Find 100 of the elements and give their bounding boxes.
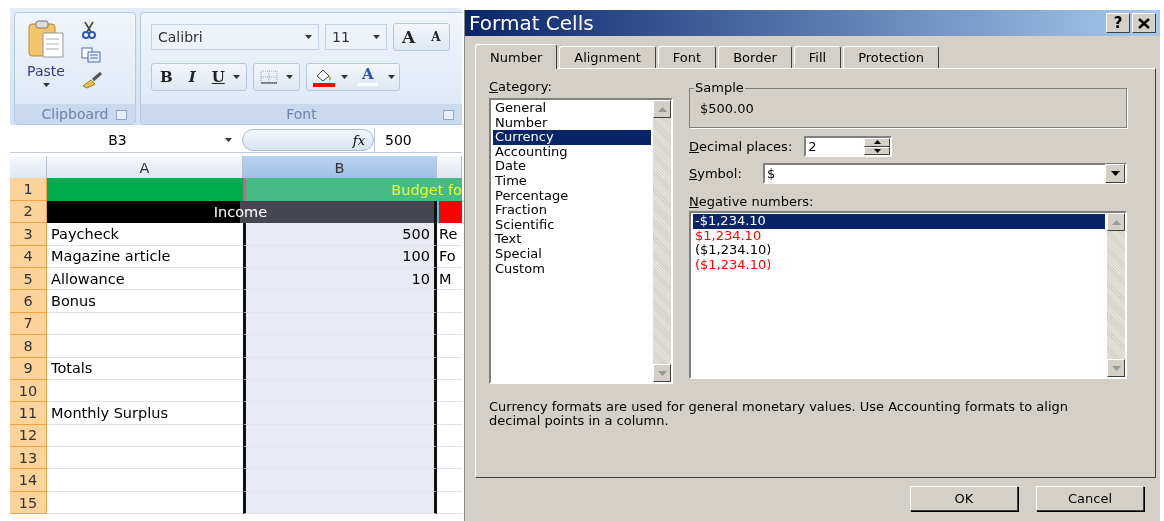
list-item[interactable]: ($1,234.10): [693, 257, 1105, 273]
list-item[interactable]: Special: [493, 246, 651, 262]
row-header[interactable]: 12: [10, 424, 47, 448]
font-size-field[interactable]: 11: [325, 24, 387, 50]
list-item[interactable]: Custom: [493, 261, 651, 277]
column-header[interactable]: A: [47, 156, 243, 179]
group-label: Font: [286, 106, 317, 122]
row-header[interactable]: 2: [10, 200, 47, 224]
row-header[interactable]: 14: [10, 469, 47, 492]
tab[interactable]: Border: [718, 46, 792, 68]
arrow-down-icon: [1111, 365, 1121, 371]
caret-icon: [285, 75, 293, 79]
table-cell: Budget fo: [243, 178, 462, 201]
spin-down-button[interactable]: [864, 146, 891, 155]
tab[interactable]: Fill: [793, 46, 842, 68]
underline-button[interactable]: U: [203, 65, 233, 89]
table-cell: Totals: [47, 357, 243, 380]
row-header[interactable]: 6: [10, 290, 47, 313]
row-header[interactable]: 1: [10, 178, 47, 201]
close-icon: [1138, 17, 1150, 29]
dropdown-button[interactable]: [1105, 164, 1125, 183]
decimal-places-label: Decimal places:: [689, 139, 793, 154]
list-item[interactable]: ($1,234.10): [693, 243, 1105, 258]
cancel-button[interactable]: Cancel: [1036, 486, 1144, 511]
caret-icon: [42, 83, 50, 87]
help-button[interactable]: ?: [1106, 13, 1130, 33]
row-header[interactable]: 15: [10, 491, 47, 515]
paste-button[interactable]: Paste: [27, 63, 65, 79]
name-box[interactable]: B3: [10, 132, 242, 148]
row-header[interactable]: 8: [10, 335, 47, 358]
list-item[interactable]: Text: [493, 232, 651, 247]
borders-icon[interactable]: [259, 70, 278, 84]
close-button[interactable]: [1132, 13, 1156, 33]
row-header[interactable]: 9: [10, 357, 47, 380]
list-item[interactable]: -$1,234.10: [693, 214, 1105, 229]
table-cell: Income: [47, 200, 437, 224]
row-header[interactable]: 4: [10, 245, 47, 268]
table-cell: Fo: [437, 245, 462, 268]
caret-icon: [373, 35, 380, 39]
tab[interactable]: Number: [475, 44, 558, 69]
scroll-down-button[interactable]: [653, 364, 671, 382]
row-header[interactable]: 5: [10, 267, 47, 291]
arrow-up-icon: [1111, 219, 1121, 225]
group-label: Clipboard: [41, 106, 109, 122]
copy-icon[interactable]: [81, 47, 101, 63]
list-item[interactable]: Currency: [493, 130, 651, 145]
row-header[interactable]: 7: [10, 312, 47, 336]
table-cell: 10: [243, 267, 437, 291]
arrow-down-icon: [657, 370, 667, 376]
arrow-up-icon: [873, 140, 881, 145]
scissors-icon[interactable]: [81, 21, 97, 39]
caret-icon: [387, 75, 395, 79]
row-header[interactable]: 3: [10, 223, 47, 246]
row-header[interactable]: 10: [10, 379, 47, 403]
table-cell: 100: [243, 245, 437, 268]
brush-icon[interactable]: [81, 71, 103, 89]
scroll-up-button[interactable]: [653, 100, 671, 118]
shrink-font-button[interactable]: A: [423, 25, 449, 49]
table-cell: 500: [243, 223, 437, 246]
table-cell: Magazine article: [47, 245, 243, 268]
caret-icon: [232, 75, 240, 79]
list-item[interactable]: General: [493, 101, 651, 116]
description-text: Currency formats are used for general monetary values. Use Accounting formats to align decimal points in a column.: [489, 400, 1069, 428]
caret-icon: [225, 138, 232, 142]
category-label: Category:: [489, 79, 553, 94]
paste-icon[interactable]: [27, 19, 65, 59]
tab[interactable]: Font: [657, 46, 717, 68]
window-title: Format Cells: [469, 11, 594, 35]
ok-button[interactable]: OK: [910, 486, 1018, 511]
italic-button[interactable]: I: [180, 65, 204, 89]
symbol-dropdown[interactable]: $: [763, 163, 1127, 184]
tab[interactable]: Alignment: [559, 46, 656, 68]
scroll-down-button[interactable]: [1107, 359, 1125, 377]
decimal-places-field[interactable]: 2: [804, 136, 893, 157]
list-item[interactable]: Percentage: [493, 188, 651, 204]
formula-field[interactable]: 500: [374, 128, 412, 152]
list-item[interactable]: Time: [493, 173, 651, 189]
table-cell: Re: [437, 223, 462, 246]
caret-icon: [1110, 171, 1120, 176]
table-cell: M: [437, 267, 462, 291]
fill-color-icon[interactable]: [310, 67, 337, 87]
font-name-field[interactable]: Calibri: [151, 24, 319, 50]
list-item[interactable]: $1,234.10: [693, 228, 1105, 244]
row-header[interactable]: 13: [10, 447, 47, 470]
list-item[interactable]: Number: [493, 115, 651, 131]
list-item[interactable]: Accounting: [493, 144, 651, 160]
spin-up-button[interactable]: [864, 138, 891, 147]
list-item[interactable]: Date: [493, 159, 651, 174]
grow-font-button[interactable]: A: [394, 25, 424, 49]
negative-numbers-label: Negative numbers:: [689, 194, 815, 209]
bold-button[interactable]: B: [152, 65, 181, 89]
tab[interactable]: Protection: [843, 46, 939, 68]
scroll-up-button[interactable]: [1107, 213, 1125, 231]
list-item[interactable]: Fraction: [493, 203, 651, 218]
table-cell: [437, 200, 462, 224]
function-button[interactable]: fx: [352, 132, 365, 148]
row-header[interactable]: 11: [10, 402, 47, 425]
column-header[interactable]: B: [243, 156, 437, 179]
list-item[interactable]: Scientific: [493, 217, 651, 233]
caret-icon: [340, 75, 348, 79]
